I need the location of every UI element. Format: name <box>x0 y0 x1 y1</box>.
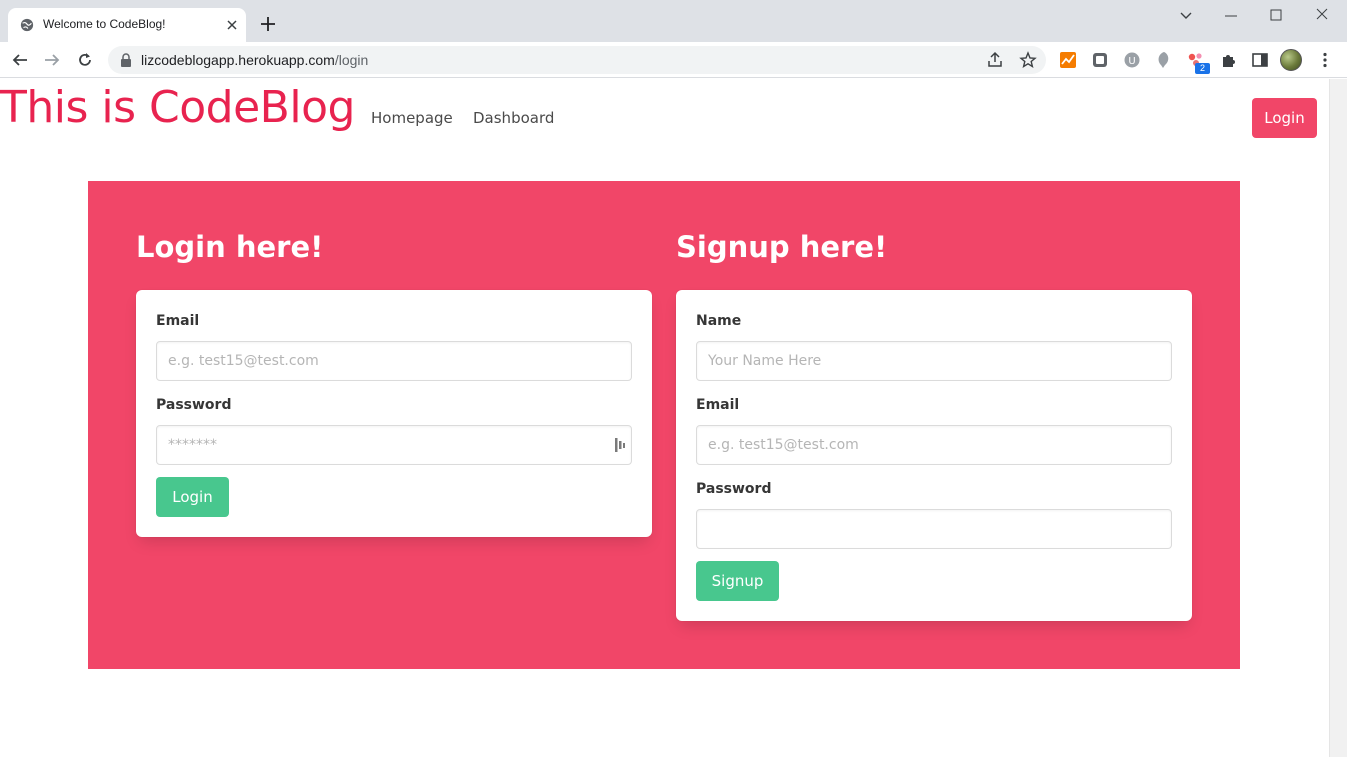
tab-search-icon[interactable] <box>1176 6 1196 24</box>
ublock-extension-icon[interactable]: U <box>1123 51 1141 69</box>
browser-toolbar: lizcodeblogapp.herokuapp.com/login U <box>0 42 1347 78</box>
browser-tab[interactable]: Welcome to CodeBlog! <box>8 8 246 42</box>
globe-icon <box>20 18 34 32</box>
more-menu-icon[interactable] <box>1316 51 1334 69</box>
minimize-icon[interactable] <box>1221 6 1241 24</box>
login-email-label: Email <box>156 313 200 329</box>
login-title: Login here! <box>136 230 324 264</box>
side-panel-icon[interactable] <box>1251 51 1269 69</box>
clipboard-extension-icon[interactable] <box>1091 51 1109 69</box>
maximize-icon[interactable] <box>1266 6 1286 24</box>
reload-icon[interactable] <box>76 51 94 69</box>
leaf-extension-icon[interactable] <box>1155 51 1173 69</box>
signup-title: Signup here! <box>676 230 888 264</box>
close-tab-icon[interactable] <box>224 17 240 33</box>
back-arrow-icon[interactable] <box>11 51 29 69</box>
url-text: lizcodeblogapp.herokuapp.com/login <box>141 52 368 68</box>
login-submit-button[interactable]: Login <box>156 477 229 517</box>
close-window-icon[interactable] <box>1312 6 1332 24</box>
signup-email-input[interactable] <box>696 425 1172 465</box>
login-password-input[interactable] <box>156 425 632 465</box>
login-email-input[interactable] <box>156 341 632 381</box>
new-tab-icon[interactable] <box>259 15 277 33</box>
bookmark-star-icon[interactable] <box>1019 51 1037 69</box>
password-manager-icon[interactable] <box>614 437 626 453</box>
nav-homepage-link[interactable]: Homepage <box>371 109 453 127</box>
forward-arrow-icon[interactable] <box>43 51 61 69</box>
header-login-button[interactable]: Login <box>1252 98 1317 138</box>
extension-badge: 2 <box>1195 63 1210 74</box>
signup-name-input[interactable] <box>696 341 1172 381</box>
site-brand[interactable]: This is CodeBlog <box>0 82 355 133</box>
extensions-puzzle-icon[interactable] <box>1220 51 1238 69</box>
nav-dashboard-link[interactable]: Dashboard <box>473 109 554 127</box>
signup-name-label: Name <box>696 313 742 329</box>
svg-text:U: U <box>1128 56 1135 67</box>
url-host: lizcodeblogapp.herokuapp.com <box>141 52 335 68</box>
browser-tab-strip: Welcome to CodeBlog! <box>0 0 1347 42</box>
share-icon[interactable] <box>986 51 1004 69</box>
lock-icon[interactable] <box>120 53 132 67</box>
tab-title: Welcome to CodeBlog! <box>43 17 166 31</box>
profile-avatar[interactable] <box>1280 49 1302 71</box>
login-password-label: Password <box>156 397 232 413</box>
signup-submit-button[interactable]: Signup <box>696 561 779 601</box>
signup-email-label: Email <box>696 397 740 413</box>
address-bar[interactable]: lizcodeblogapp.herokuapp.com/login <box>108 46 1046 74</box>
page-scrollbar[interactable] <box>1329 79 1347 757</box>
analytics-extension-icon[interactable] <box>1059 51 1077 69</box>
url-path: /login <box>334 52 369 68</box>
signup-password-input[interactable] <box>696 509 1172 549</box>
signup-password-label: Password <box>696 481 772 497</box>
